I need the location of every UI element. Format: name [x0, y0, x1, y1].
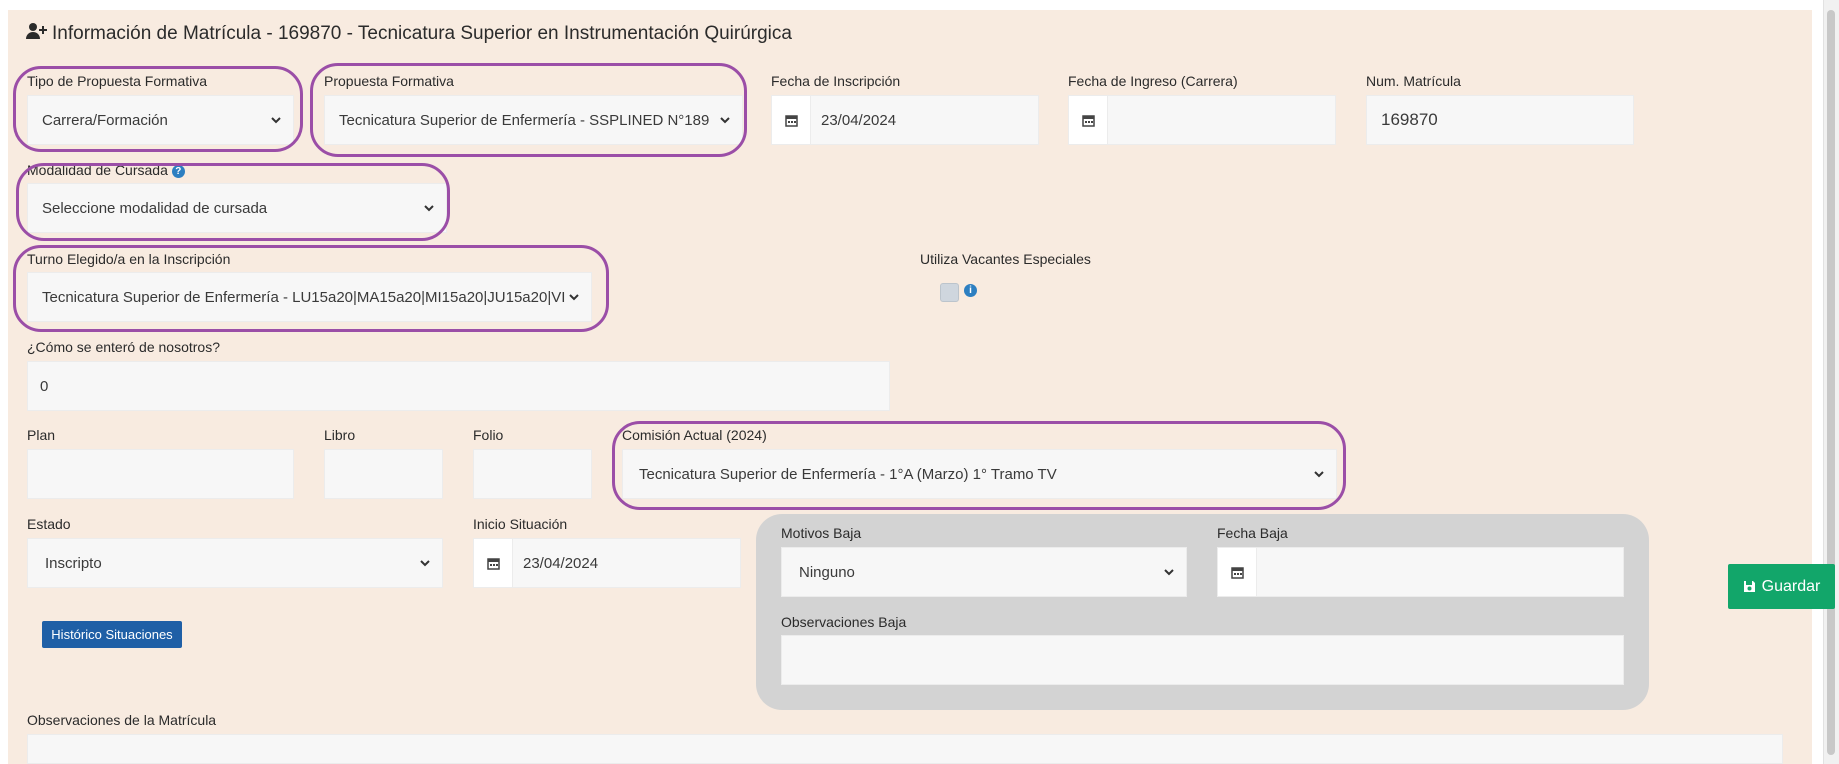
libro-label: Libro	[324, 427, 356, 443]
calendar-icon[interactable]	[1218, 548, 1257, 596]
num-matricula-input[interactable]: 169870	[1366, 95, 1634, 145]
turno-label: Turno Elegido/a en la Inscripción	[27, 251, 231, 267]
observaciones-matricula-label: Observaciones de la Matrícula	[27, 712, 217, 728]
observaciones-baja-input[interactable]	[781, 635, 1624, 685]
vacantes-checkbox[interactable]	[940, 283, 959, 302]
guardar-button[interactable]: Guardar	[1728, 564, 1835, 609]
scrollbar-thumb[interactable]	[1827, 10, 1835, 755]
estado-select[interactable]: Inscripto	[27, 538, 443, 588]
inicio-situacion-label: Inicio Situación	[473, 516, 568, 532]
fecha-ingreso-input[interactable]	[1068, 95, 1336, 145]
save-icon	[1743, 581, 1755, 592]
vacantes-label: Utiliza Vacantes Especiales	[920, 251, 1091, 267]
help-icon[interactable]: ?	[171, 164, 185, 178]
num-matricula-label: Num. Matrícula	[1366, 73, 1461, 89]
libro-input[interactable]	[324, 449, 443, 499]
chevron-down-icon	[424, 205, 434, 212]
chevron-down-icon	[271, 117, 281, 124]
tipo-propuesta-select[interactable]: Carrera/Formación	[27, 95, 294, 145]
calendar-icon[interactable]	[1069, 96, 1108, 144]
turno-select[interactable]: Tecnicatura Superior de Enfermería - LU1…	[27, 272, 592, 322]
modalidad-label: Modalidad de Cursada	[27, 162, 168, 178]
modalidad-select[interactable]: Seleccione modalidad de cursada	[27, 183, 447, 233]
turno-value: Tecnicatura Superior de Enfermería - LU1…	[42, 288, 566, 306]
fecha-inscripcion-label: Fecha de Inscripción	[771, 73, 901, 89]
chevron-down-icon	[720, 117, 730, 124]
chevron-down-icon	[1164, 569, 1174, 576]
como-se-entero-label: ¿Cómo se enteró de nosotros?	[27, 339, 220, 355]
motivos-baja-value: Ninguno	[799, 563, 855, 581]
observaciones-baja-label: Observaciones Baja	[781, 614, 907, 630]
folio-input[interactable]	[473, 449, 592, 499]
como-se-entero-value: 0	[40, 377, 49, 395]
comision-label: Comisión Actual (2024)	[622, 427, 767, 443]
fecha-inscripcion-value: 23/04/2024	[821, 111, 897, 129]
propuesta-select[interactable]: Tecnicatura Superior de Enfermería - SSP…	[324, 95, 743, 145]
calendar-icon[interactable]	[772, 96, 811, 144]
fecha-baja-input[interactable]	[1217, 547, 1624, 597]
propuesta-label: Propuesta Formativa	[324, 73, 454, 89]
motivos-baja-label: Motivos Baja	[781, 525, 862, 541]
chevron-down-icon	[1314, 471, 1324, 478]
num-matricula-value: 169870	[1381, 110, 1438, 129]
inicio-situacion-value: 23/04/2024	[523, 554, 599, 572]
page-title: Información de Matrícula - 169870 - Tecn…	[26, 22, 792, 46]
motivos-baja-select[interactable]: Ninguno	[781, 547, 1187, 597]
tipo-propuesta-value: Carrera/Formación	[42, 111, 168, 129]
comision-select[interactable]: Tecnicatura Superior de Enfermería - 1°A…	[622, 449, 1337, 499]
estado-value: Inscripto	[45, 554, 102, 572]
fecha-ingreso-label: Fecha de Ingreso (Carrera)	[1068, 73, 1238, 89]
plan-input[interactable]	[27, 449, 294, 499]
guardar-label: Guardar	[1761, 577, 1821, 595]
page-title-text: Información de Matrícula - 169870 - Tecn…	[52, 23, 792, 44]
estado-label: Estado	[27, 516, 71, 532]
chevron-down-icon	[569, 294, 579, 301]
propuesta-value: Tecnicatura Superior de Enfermería - SSP…	[339, 111, 710, 129]
info-icon[interactable]: i	[964, 284, 977, 297]
chevron-down-icon	[420, 560, 430, 567]
calendar-icon[interactable]	[474, 539, 513, 587]
modalidad-label-wrap: Modalidad de Cursada ?	[27, 162, 185, 178]
como-se-entero-input[interactable]: 0	[27, 361, 890, 411]
plan-label: Plan	[27, 427, 56, 443]
fecha-baja-label: Fecha Baja	[1217, 525, 1288, 541]
observaciones-matricula-input[interactable]	[27, 734, 1783, 764]
inicio-situacion-input[interactable]: 23/04/2024	[473, 538, 741, 588]
historico-situaciones-button[interactable]: Histórico Situaciones	[42, 621, 182, 648]
folio-label: Folio	[473, 427, 504, 443]
modalidad-value: Seleccione modalidad de cursada	[42, 199, 268, 217]
tipo-propuesta-label: Tipo de Propuesta Formativa	[27, 73, 208, 89]
user-plus-icon	[26, 22, 48, 46]
fecha-inscripcion-input[interactable]: 23/04/2024	[771, 95, 1039, 145]
comision-value: Tecnicatura Superior de Enfermería - 1°A…	[639, 465, 1057, 483]
